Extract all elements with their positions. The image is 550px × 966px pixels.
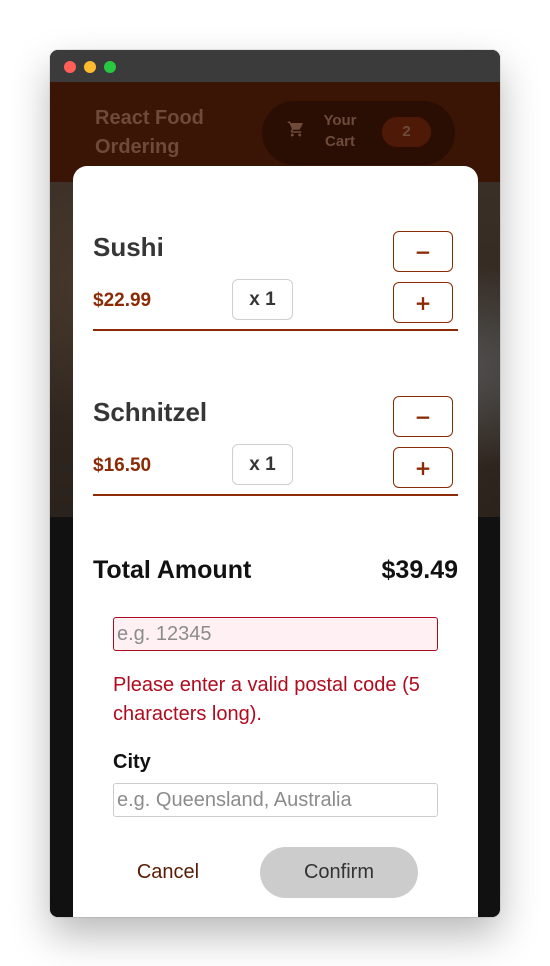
postal-code-error: Please enter a valid postal code (5 char…	[113, 674, 420, 725]
total-amount: $39.49	[381, 556, 458, 584]
cart-item-sushi: Sushi $22.99 x 1 − +	[93, 166, 458, 331]
total-label: Total Amount	[93, 556, 252, 584]
decrease-quantity-button[interactable]: −	[393, 231, 453, 272]
browser-window: React Food Ordering Your Cart 2 Sushi $2…	[50, 50, 500, 917]
cart-badge: 2	[382, 117, 431, 147]
cart-label: Your Cart	[323, 112, 357, 150]
minimize-window-button[interactable]	[84, 61, 96, 73]
item-price: $22.99	[93, 290, 152, 311]
cart-icon	[287, 121, 303, 137]
close-window-button[interactable]	[64, 61, 76, 73]
increase-quantity-button[interactable]: +	[393, 447, 453, 488]
item-name: Sushi	[93, 232, 164, 262]
cart-modal: Sushi $22.99 x 1 − + Schnitzel $16.50 x …	[73, 166, 478, 917]
cart-item-schnitzel: Schnitzel $16.50 x 1 − +	[93, 331, 458, 496]
your-cart-button[interactable]: Your Cart 2	[262, 101, 455, 165]
item-price: $16.50	[93, 455, 152, 476]
window-titlebar	[50, 50, 500, 82]
cancel-button[interactable]: Cancel	[113, 848, 223, 896]
maximize-window-button[interactable]	[104, 61, 116, 73]
item-quantity: x 1	[232, 444, 293, 485]
app-title: React Food Ordering	[95, 107, 204, 158]
postal-code-input[interactable]	[113, 617, 438, 651]
item-name: Schnitzel	[93, 397, 208, 427]
city-input[interactable]	[113, 783, 438, 817]
city-label: City	[113, 751, 151, 773]
increase-quantity-button[interactable]: +	[393, 282, 453, 323]
item-quantity: x 1	[232, 279, 293, 320]
total-row: Total Amount $39.49	[93, 556, 458, 596]
decrease-quantity-button[interactable]: −	[393, 396, 453, 437]
confirm-button[interactable]: Confirm	[260, 847, 418, 898]
